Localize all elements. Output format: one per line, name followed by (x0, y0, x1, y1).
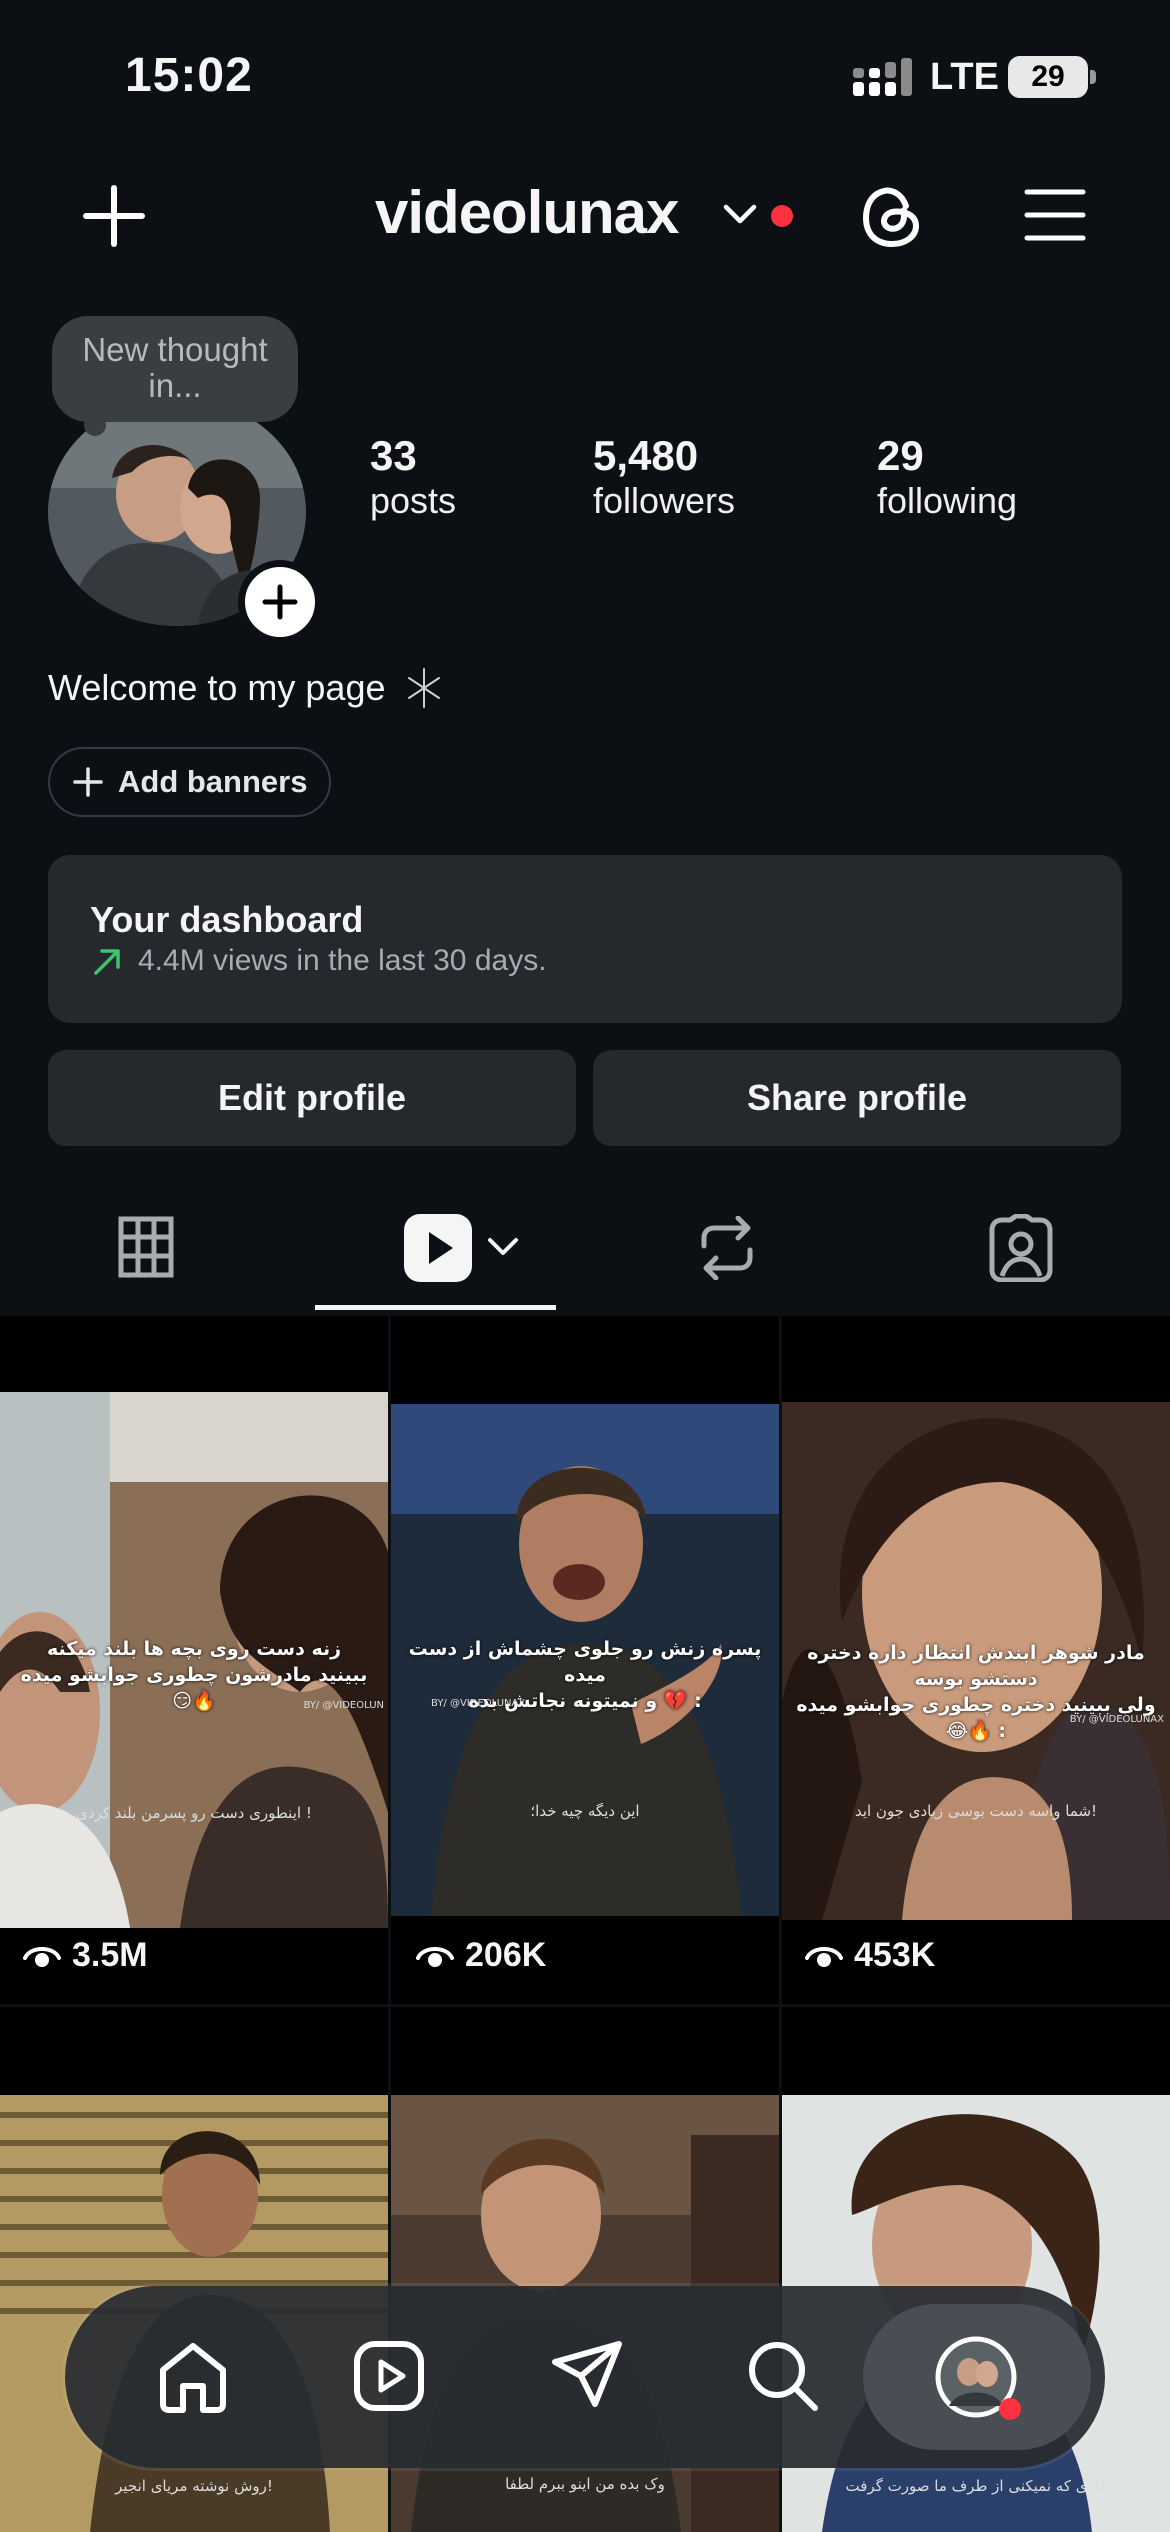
caption-line-1: مادر شوهر ابندش انتظار داره دختره دستشو … (807, 1642, 1145, 1690)
stat-posts[interactable]: 33 posts (370, 432, 456, 522)
following-label: following (877, 480, 1018, 521)
threads-icon[interactable] (858, 180, 926, 252)
reel-subtitle: این دیگه چیه خدا؛ (530, 1802, 640, 1820)
reel-signature: BY/ @VIDEOLUN (303, 1700, 384, 1711)
cellular-signal-icon (853, 58, 912, 96)
notes-bubble-tail (84, 414, 106, 436)
reel-views: 206K (415, 1936, 546, 1975)
reel-signature: BY/ @VIDEOLUNAX (1069, 1714, 1164, 1725)
add-banners-button[interactable]: Add banners (48, 747, 331, 817)
create-plus-icon[interactable] (82, 184, 146, 248)
posts-label: posts (370, 480, 457, 521)
following-count: 29 (877, 432, 924, 479)
battery-tip (1090, 70, 1096, 84)
reel-tile[interactable]: مادر شوهر ابندش انتظار داره دختره دستشو … (782, 1316, 1170, 2004)
share-profile-button[interactable]: Share profile (593, 1050, 1121, 1146)
profile-bio: Welcome to my page (48, 666, 446, 710)
eye-icon (805, 1946, 843, 1967)
account-username[interactable]: videolunax (375, 178, 679, 247)
notification-dot (771, 205, 793, 227)
posts-count: 33 (370, 432, 417, 479)
dashboard-subtitle: 4.4M views in the last 30 days. (138, 944, 547, 977)
tab-tagged-icon[interactable] (986, 1214, 1056, 1282)
home-icon[interactable] (157, 2340, 229, 2414)
profile-tab-avatar[interactable] (935, 2336, 1021, 2420)
stat-followers[interactable]: 5,480 followers (593, 432, 735, 522)
notes-bubble[interactable]: New thought in... (52, 316, 298, 422)
plus-icon (73, 767, 103, 797)
reel-signature: BY/ @VIDEOLUNAX (431, 1698, 526, 1709)
views-count: 3.5M (72, 1936, 148, 1974)
trend-up-icon (94, 949, 120, 975)
views-count: 453K (854, 1936, 936, 1974)
reels-icon[interactable] (353, 2340, 425, 2412)
tab-reposts-icon[interactable] (696, 1216, 758, 1280)
reel-subtitle: کاری که نمیکنی از طرف ما صورت گرفت (845, 2477, 1107, 2495)
profile-notification-dot (999, 2398, 1021, 2420)
sparkle-icon (407, 668, 440, 708)
reel-views: 453K (804, 1936, 935, 1975)
eye-icon (416, 1946, 454, 1967)
bottom-navigation (65, 2286, 1105, 2468)
stat-following[interactable]: 29 following (877, 432, 1017, 522)
bio-text: Welcome to my page (48, 667, 386, 708)
reel-tile[interactable]: زنه دست روی بچه ها بلند میکنه ببینید ماد… (0, 1316, 388, 2004)
edit-profile-button[interactable]: Edit profile (48, 1050, 576, 1146)
reel-tile[interactable]: پسره زنش رو جلوی چشماش از دست میده و نمی… (391, 1316, 779, 2004)
dashboard-card[interactable]: Your dashboard 4.4M views in the last 30… (48, 855, 1122, 1023)
views-count: 206K (465, 1936, 547, 1974)
reel-subtitle: اینطوری دست رو پسرمن بلند کردی ! (76, 1804, 312, 1822)
reel-subtitle: شما واسه دست بوسی زیادی جون اید! (854, 1802, 1098, 1820)
followers-count: 5,480 (593, 432, 699, 479)
chevron-down-icon[interactable] (722, 202, 758, 226)
battery-icon: 29 (1008, 56, 1088, 98)
reel-subtitle: وک بده من اینو ببرم لطفا (505, 2475, 665, 2493)
plus-icon (262, 584, 298, 620)
status-time: 15:02 (125, 49, 253, 102)
add-banners-label: Add banners (118, 764, 308, 799)
reel-caption: مادر شوهر ابندش انتظار داره دختره دستشو … (794, 1640, 1158, 1744)
caption-line-1: زنه دست روی بچه ها بلند میکنه (46, 1638, 342, 1660)
search-icon[interactable] (745, 2338, 821, 2414)
tab-grid-icon[interactable] (118, 1216, 174, 1278)
tab-reels-icon[interactable] (404, 1214, 472, 1282)
direct-messages-icon[interactable] (549, 2338, 625, 2414)
followers-label: followers (593, 480, 736, 521)
dashboard-title: Your dashboard (90, 899, 364, 940)
network-type: LTE (930, 56, 999, 98)
add-story-button[interactable] (238, 560, 322, 644)
active-tab-indicator (315, 1305, 556, 1310)
reels-chevron-down-icon[interactable] (486, 1236, 520, 1258)
menu-hamburger-icon[interactable] (1024, 188, 1086, 242)
caption-line-1: پسره زنش رو جلوی چشماش از دست میده (408, 1638, 762, 1686)
eye-icon (23, 1946, 61, 1967)
reel-subtitle: روش نوشته مریای انجیر! (115, 2477, 273, 2495)
reel-views: 3.5M (22, 1936, 148, 1975)
